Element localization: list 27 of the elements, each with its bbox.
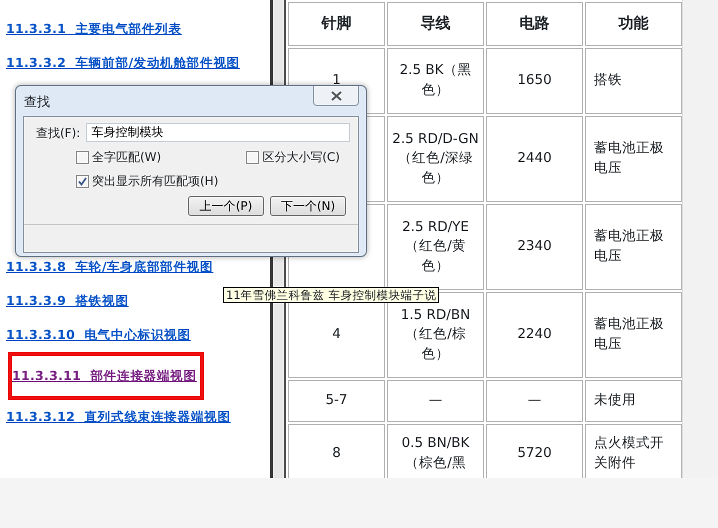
dialog-title: 查找 xyxy=(23,94,50,112)
table-cell: 5-7 xyxy=(288,380,385,422)
option-label: 全字匹配(W) xyxy=(92,149,162,166)
table-cell: 2.5 RD/D-GN（红色/深绿色） xyxy=(387,116,484,202)
table-cell: 搭铁 xyxy=(585,48,682,114)
table-cell: — xyxy=(387,380,484,422)
table-cell: 蓄电池正极电压 xyxy=(585,204,682,290)
column-header: 功能 xyxy=(585,2,682,46)
table-cell: 8 xyxy=(288,424,385,478)
table-cell: — xyxy=(486,380,583,422)
tooltip: 11年雪佛兰科鲁兹 车身控制模块端子说 xyxy=(223,287,440,303)
field-label: 查找(F): xyxy=(36,124,80,142)
option-label: 突出显示所有匹配项(H) xyxy=(92,173,218,190)
table-cell: 蓄电池正极电压 xyxy=(585,292,682,378)
table-cell: 1650 xyxy=(486,48,583,114)
column-header: 针脚 xyxy=(288,2,385,46)
table-cell: 2240 xyxy=(486,292,583,378)
table-cell: 蓄电池正极电压 xyxy=(585,116,682,202)
column-header: 电路 xyxy=(486,2,583,46)
option-label: 区分大小写(C) xyxy=(262,149,340,166)
column-header: 导线 xyxy=(387,2,484,46)
table-cell: 未使用 xyxy=(585,380,682,422)
table-cell: 5720 xyxy=(486,424,583,478)
table-cell: 2.5 BK（黑色） xyxy=(387,48,484,114)
table-cell: 2340 xyxy=(486,204,583,290)
table-cell: 2440 xyxy=(486,116,583,202)
table-cell: 0.5 BN/BK（棕色/黑 xyxy=(387,424,484,478)
